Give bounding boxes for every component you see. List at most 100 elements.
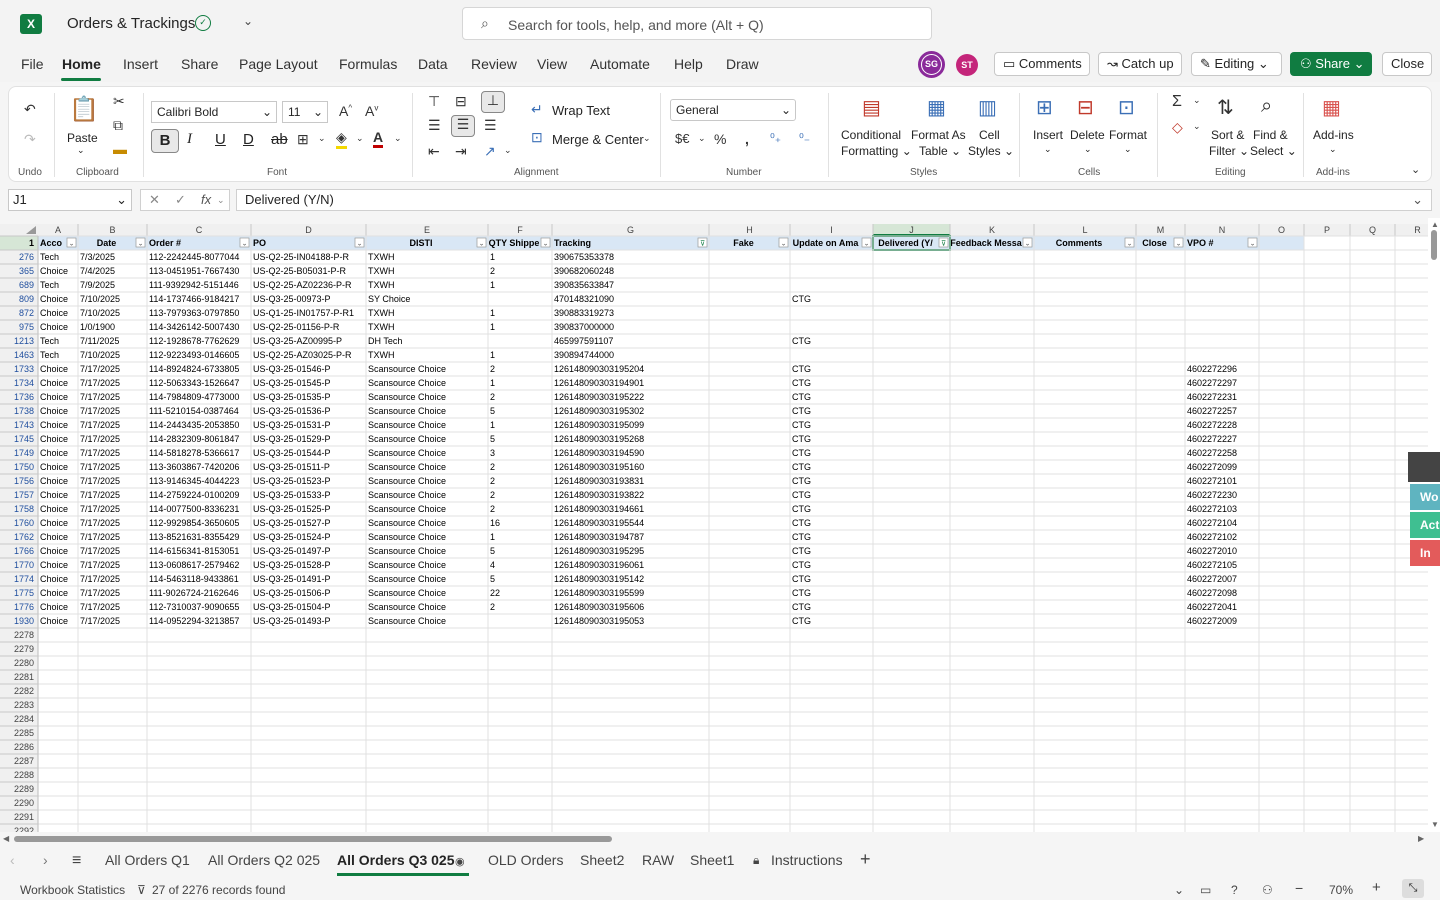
- table-cell[interactable]: 114-5463118-9433861: [149, 574, 239, 584]
- table-cell[interactable]: 112-9929854-3650605: [149, 518, 239, 528]
- table-cell[interactable]: 7/17/2025: [80, 420, 120, 430]
- column-header-q[interactable]: Q: [1369, 225, 1376, 235]
- table-cell[interactable]: 2: [490, 504, 495, 514]
- table-cell[interactable]: 7/17/2025: [80, 448, 120, 458]
- table-cell[interactable]: 112-9223493-0146605: [149, 350, 239, 360]
- row-number[interactable]: 2289: [14, 784, 34, 794]
- table-cell[interactable]: 4602272009: [1187, 616, 1237, 626]
- table-cell[interactable]: 7/17/2025: [80, 602, 120, 612]
- side-tab-in-a[interactable]: In A: [1410, 540, 1440, 566]
- table-cell[interactable]: US-Q3-25-AZ00995-P: [253, 336, 342, 346]
- chevron-down-icon[interactable]: ⌄: [356, 133, 364, 144]
- format-painter-icon[interactable]: ▬: [113, 141, 127, 157]
- table-cell[interactable]: CTG: [792, 532, 811, 542]
- all-sheets-menu-icon[interactable]: ≡: [72, 852, 81, 870]
- comments-button[interactable]: ▭ Comments: [994, 52, 1090, 76]
- table-cell[interactable]: 111-5210154-0387464: [149, 406, 239, 416]
- format-cells-icon[interactable]: ⊡: [1118, 95, 1135, 120]
- table-cell[interactable]: Scansource Choice: [368, 420, 446, 430]
- table-cell[interactable]: 7/17/2025: [80, 504, 120, 514]
- table-cell[interactable]: 7/17/2025: [80, 546, 120, 556]
- sheet-tab-instructions[interactable]: Instructions: [771, 852, 843, 868]
- cell-styles-button[interactable]: Cell: [979, 128, 1000, 142]
- table-cell[interactable]: 7/4/2025: [80, 266, 115, 276]
- expand-formula-icon[interactable]: ⌄: [1412, 190, 1423, 210]
- table-cell[interactable]: CTG: [792, 406, 811, 416]
- table-cell[interactable]: Choice: [40, 392, 68, 402]
- table-cell[interactable]: 1: [490, 420, 495, 430]
- table-cell[interactable]: Scansource Choice: [368, 434, 446, 444]
- table-cell[interactable]: CTG: [792, 518, 811, 528]
- table-cell[interactable]: 114-1737466-9184217: [149, 294, 239, 304]
- sort-filter-button[interactable]: Sort &: [1211, 128, 1244, 142]
- table-cell[interactable]: US-Q3-25-01497-P: [253, 546, 331, 556]
- table-cell[interactable]: 390835633847: [554, 280, 614, 290]
- chevron-down-icon[interactable]: ⌄: [69, 240, 75, 248]
- sort-filter-label[interactable]: Filter ⌄: [1209, 144, 1249, 158]
- avatar-sg[interactable]: SG: [918, 51, 945, 78]
- table-cell[interactable]: 126148090303194590: [554, 448, 644, 458]
- table-cell[interactable]: 114-7984809-4773000: [149, 392, 239, 402]
- delete-cells-button[interactable]: Delete: [1070, 128, 1105, 142]
- table-cell[interactable]: 4602272102: [1187, 532, 1237, 542]
- table-cell[interactable]: Choice: [40, 476, 68, 486]
- table-cell[interactable]: Choice: [40, 588, 68, 598]
- table-cell[interactable]: Choice: [40, 574, 68, 584]
- table-cell[interactable]: US-Q2-25-01156-P-R: [253, 322, 340, 332]
- table-cell[interactable]: 126148090303195142: [554, 574, 644, 584]
- chevron-down-icon[interactable]: ⌄: [1025, 240, 1031, 248]
- chevron-down-icon[interactable]: ⌄: [1124, 144, 1132, 155]
- row-number[interactable]: 1766: [14, 546, 34, 556]
- column-header-a[interactable]: A: [55, 225, 61, 235]
- table-cell[interactable]: 126148090303195222: [554, 392, 644, 402]
- share-button[interactable]: ⚇ Share ⌄: [1290, 52, 1372, 76]
- column-header-i[interactable]: I: [830, 225, 833, 235]
- table-cell[interactable]: 126148090303195204: [554, 364, 644, 374]
- table-cell[interactable]: US-Q3-25-01536-P: [253, 406, 331, 416]
- side-tab-act[interactable]: Act: [1410, 512, 1440, 538]
- underline-button[interactable]: U: [215, 131, 226, 148]
- chevron-down-icon[interactable]: ⌄: [1084, 144, 1092, 155]
- table-cell[interactable]: CTG: [792, 420, 811, 430]
- chevron-down-icon[interactable]: ⌄: [698, 133, 706, 144]
- table-cell[interactable]: Scansource Choice: [368, 574, 446, 584]
- delete-cells-icon[interactable]: ⊟: [1077, 95, 1094, 120]
- row-number[interactable]: 809: [19, 294, 34, 304]
- sheet-tab-raw[interactable]: RAW: [642, 852, 674, 868]
- table-cell[interactable]: 1: [490, 308, 495, 318]
- column-header-l[interactable]: L: [1082, 225, 1087, 235]
- table-cell[interactable]: 112-7310037-9090655: [149, 602, 239, 612]
- chevron-down-icon[interactable]: ⌄: [543, 240, 549, 248]
- row-number[interactable]: 365: [19, 266, 34, 276]
- table-cell[interactable]: 126148090303195053: [554, 616, 644, 626]
- table-cell[interactable]: Choice: [40, 266, 68, 276]
- table-cell[interactable]: 1: [490, 322, 495, 332]
- vertical-scroll-thumb[interactable]: [1431, 230, 1437, 260]
- chevron-down-icon[interactable]: ⌄: [1127, 240, 1133, 248]
- table-cell[interactable]: 390883319273: [554, 308, 614, 318]
- zoom-level[interactable]: 70%: [1329, 883, 1353, 897]
- row-number[interactable]: 1749: [14, 448, 34, 458]
- table-cell[interactable]: 113-9146345-4044223: [149, 476, 239, 486]
- copy-icon[interactable]: ⧉: [113, 117, 123, 134]
- orientation-icon[interactable]: ↗: [484, 143, 496, 160]
- table-cell[interactable]: 114-8924824-6733805: [149, 364, 239, 374]
- table-cell[interactable]: US-Q2-25-AZ03025-P-R: [253, 350, 352, 360]
- table-cell[interactable]: Choice: [40, 602, 68, 612]
- table-cell[interactable]: Choice: [40, 448, 68, 458]
- table-cell[interactable]: Tech: [40, 280, 59, 290]
- table-cell[interactable]: US-Q1-25-IN01757-P-R1: [253, 308, 354, 318]
- table-cell[interactable]: 390675353378: [554, 252, 614, 262]
- table-cell[interactable]: CTG: [792, 602, 811, 612]
- table-cell[interactable]: 126148090303193822: [554, 490, 644, 500]
- scroll-down-icon[interactable]: ▼: [1431, 820, 1439, 829]
- row-number[interactable]: 1738: [14, 406, 34, 416]
- table-cell[interactable]: Scansource Choice: [368, 504, 446, 514]
- table-cell[interactable]: 1/0/1900: [80, 322, 115, 332]
- table-cell[interactable]: 7/17/2025: [80, 490, 120, 500]
- table-cell[interactable]: 390682060248: [554, 266, 614, 276]
- table-cell[interactable]: TXWH: [368, 252, 395, 262]
- column-header-e[interactable]: E: [424, 225, 430, 235]
- table-cell[interactable]: 22: [490, 588, 500, 598]
- table-cell[interactable]: 7/11/2025: [80, 336, 119, 346]
